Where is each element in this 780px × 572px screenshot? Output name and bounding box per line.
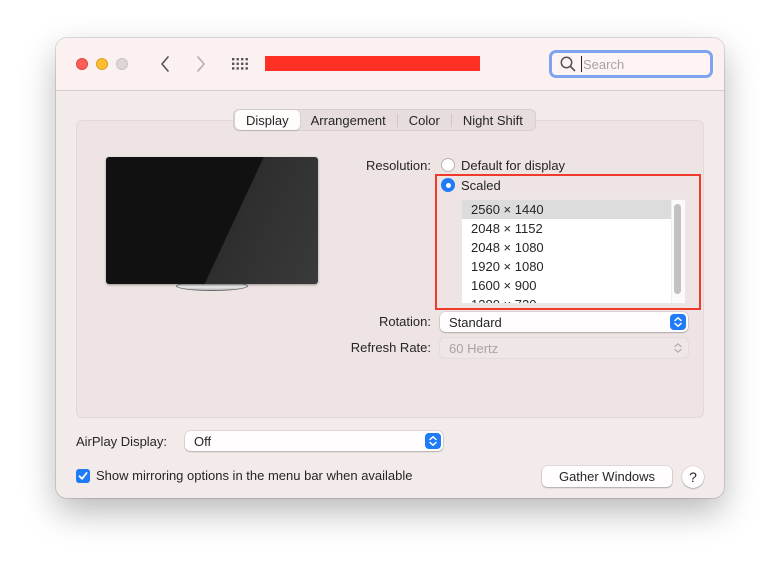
airplay-display-value: Off (194, 433, 212, 449)
resolution-option[interactable]: 2560 × 1440 (462, 200, 672, 219)
popup-stepper-icon (425, 433, 441, 449)
chevron-left-icon (161, 56, 169, 72)
forward-button[interactable] (191, 53, 211, 75)
tab-night-shift[interactable]: Night Shift (452, 110, 534, 130)
resolution-option[interactable]: 1920 × 1080 (462, 257, 672, 276)
list-scrollbar[interactable] (671, 200, 685, 303)
refresh-rate-select[interactable]: 60 Hertz (440, 338, 688, 358)
help-button[interactable]: ? (682, 466, 704, 488)
mirroring-options-checkbox[interactable] (76, 469, 90, 483)
rotation-label: Rotation: (378, 314, 431, 329)
display-preview-image (106, 157, 318, 294)
popup-stepper-icon (670, 314, 686, 330)
resolution-option[interactable]: 2048 × 1152 (462, 219, 672, 238)
resolution-option[interactable]: 2048 × 1080 (462, 238, 672, 257)
tab-arrangement[interactable]: Arrangement (300, 110, 397, 130)
checkmark-icon (78, 472, 88, 480)
gather-windows-button[interactable]: Gather Windows (542, 466, 672, 487)
popup-stepper-icon (670, 340, 686, 356)
tab-display[interactable]: Display (235, 110, 300, 130)
tab-color[interactable]: Color (398, 110, 451, 130)
airplay-display-label: AirPlay Display: (76, 434, 168, 449)
zoom-window-button[interactable] (116, 58, 128, 70)
search-icon (560, 56, 576, 72)
scaled-resolution-list[interactable]: 2560 × 1440 2048 × 1152 2048 × 1080 1920… (461, 199, 686, 304)
back-button[interactable] (155, 53, 175, 75)
tab-bar: Display Arrangement Color Night Shift (233, 109, 536, 131)
show-all-button[interactable] (231, 56, 251, 72)
chevron-right-icon (197, 56, 205, 72)
radio-default-label[interactable]: Default for display (461, 158, 565, 173)
close-window-button[interactable] (76, 58, 88, 70)
resolution-option[interactable]: 1600 × 900 (462, 276, 672, 295)
search-field[interactable] (549, 50, 713, 78)
rotation-select[interactable]: Standard (440, 312, 688, 332)
rotation-value: Standard (449, 314, 502, 330)
radio-default-for-display[interactable] (441, 158, 455, 172)
redacted-title (265, 56, 480, 71)
refresh-rate-value: 60 Hertz (449, 340, 499, 356)
refresh-rate-label: Refresh Rate: (350, 340, 431, 355)
mirroring-options-label[interactable]: Show mirroring options in the menu bar w… (96, 468, 413, 483)
airplay-display-select[interactable]: Off (185, 431, 443, 451)
titlebar (56, 38, 724, 91)
grid-icon (232, 58, 248, 70)
minimize-window-button[interactable] (96, 58, 108, 70)
search-input[interactable] (581, 56, 701, 72)
system-preferences-window: Display Arrangement Color Night Shift Re… (56, 38, 724, 498)
display-screen (106, 157, 318, 284)
resolution-label: Resolution: (365, 158, 431, 173)
scrollbar-thumb[interactable] (674, 204, 681, 294)
resolution-option[interactable]: 1280 × 720 (462, 295, 672, 303)
